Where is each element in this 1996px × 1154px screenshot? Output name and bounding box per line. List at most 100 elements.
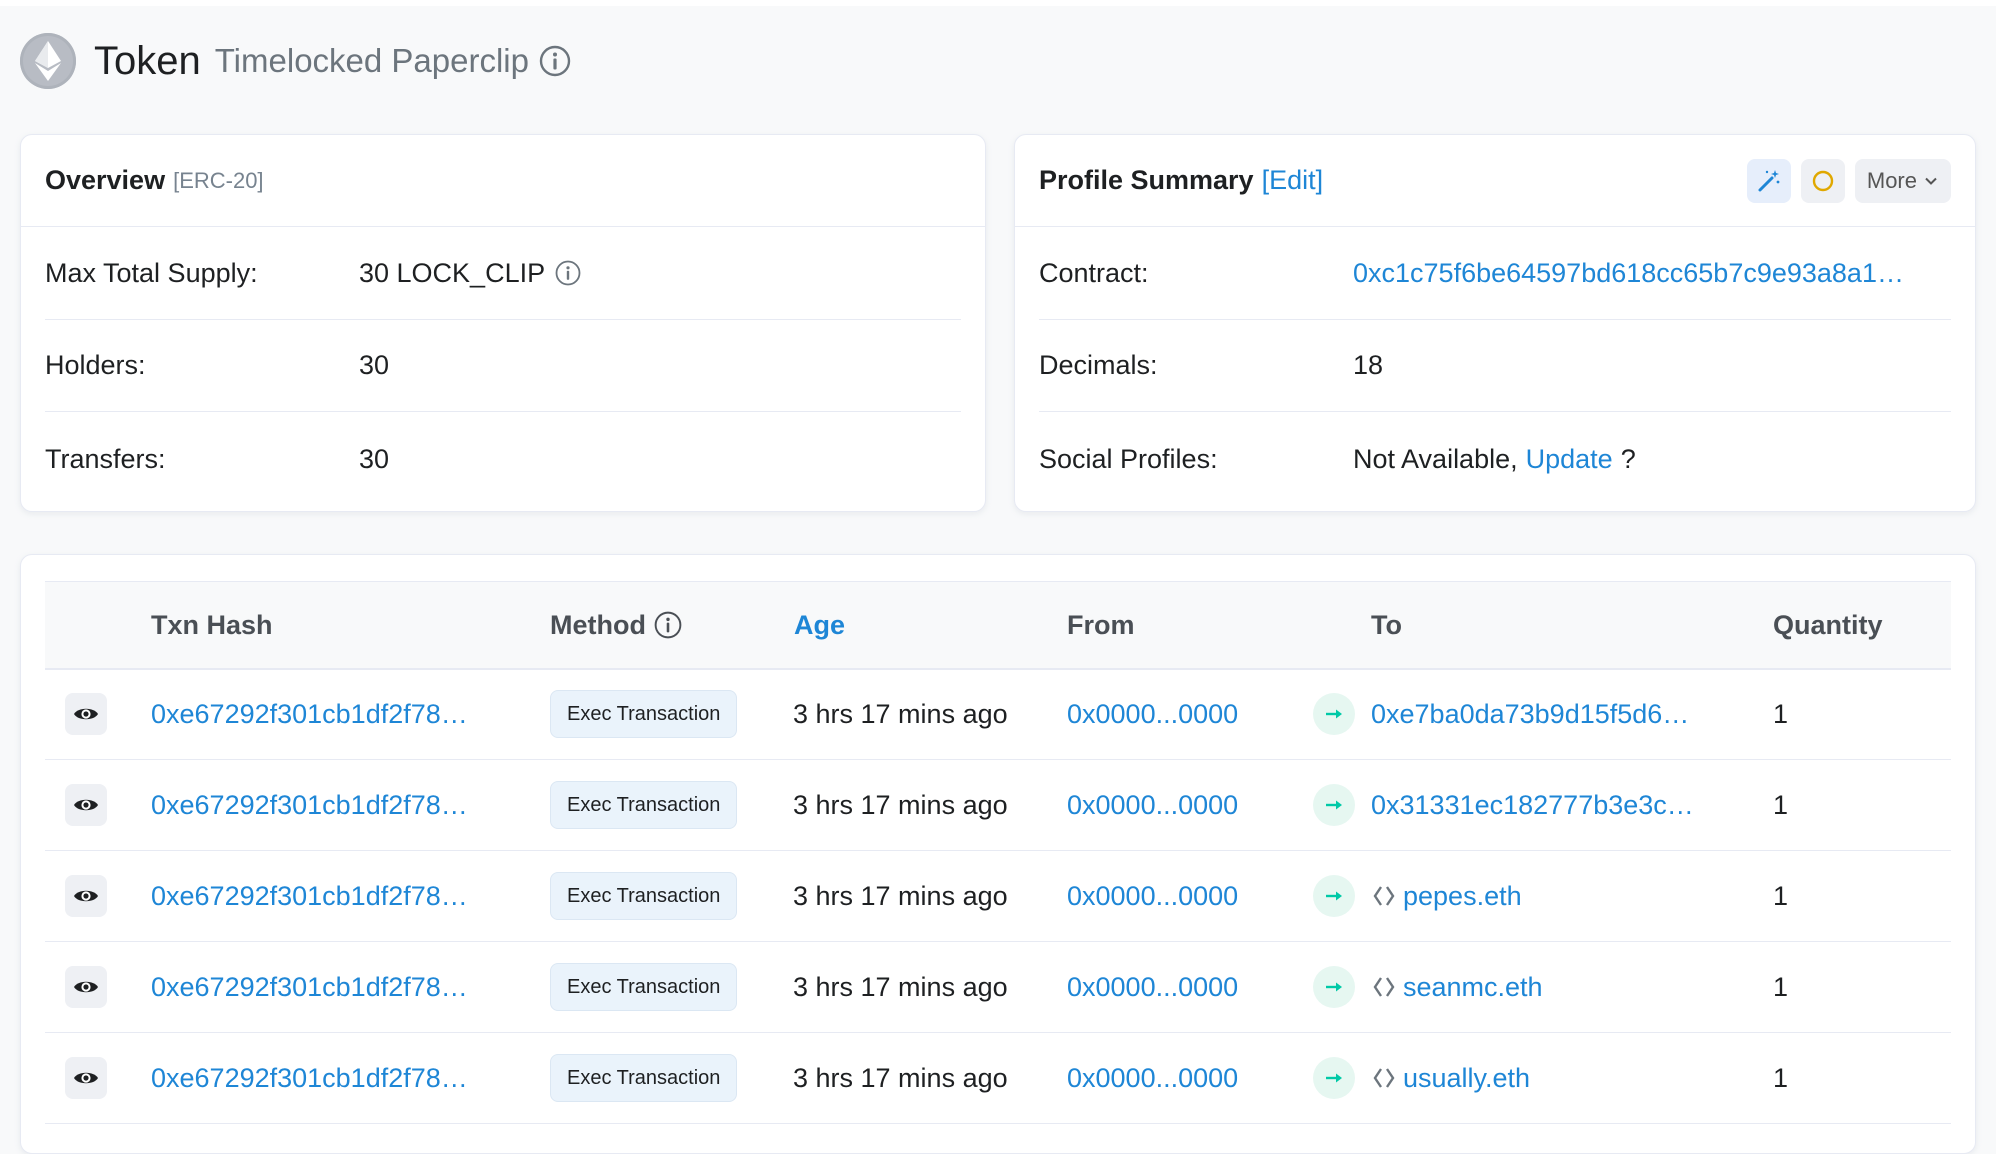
- from-address-link[interactable]: 0x0000...0000: [1067, 669, 1238, 759]
- to-cell: pepes.eth: [1371, 851, 1522, 941]
- help-question[interactable]: ?: [1621, 444, 1636, 475]
- direction-cell: [1313, 851, 1355, 941]
- ethereum-logo-icon: [20, 33, 76, 89]
- chevron-down-icon: [1925, 177, 1937, 185]
- direction-cell: [1313, 1033, 1355, 1123]
- holders-row: Holders: 30: [45, 319, 961, 412]
- transfers-value: 30: [359, 443, 390, 474]
- table-row: 0xe67292f301cb1df2f78… Exec Transaction …: [45, 760, 1951, 851]
- decimals-label: Decimals:: [1039, 349, 1158, 380]
- update-link[interactable]: Update: [1526, 444, 1613, 475]
- token-name: Timelocked Paperclip: [214, 42, 529, 79]
- overview-card: Overview [ERC-20] Max Total Supply: 30 L…: [20, 134, 986, 512]
- social-profiles-value: Not Available, Update ?: [1353, 444, 1636, 475]
- txn-hash-link[interactable]: 0xe67292f301cb1df2f78…: [151, 851, 468, 941]
- th-txn-hash: Txn Hash: [151, 609, 273, 640]
- to-cell: 0x31331ec182777b3e3c…: [1371, 760, 1694, 850]
- view-details-button[interactable]: [65, 693, 107, 735]
- arrow-right-icon: [1313, 693, 1355, 735]
- arrow-right-icon: [1313, 966, 1355, 1008]
- eye-icon: [74, 708, 98, 720]
- view-cell: [65, 942, 107, 1032]
- transfers-table-card: Txn Hash Method Age From To Quantity 0xe…: [20, 554, 1976, 1154]
- to-address-link[interactable]: seanmc.eth: [1403, 972, 1543, 1003]
- method-cell: Exec Transaction: [550, 1033, 738, 1123]
- quantity-cell: 1: [1773, 971, 1789, 1002]
- view-details-button[interactable]: [65, 875, 107, 917]
- quantity-cell: 1: [1773, 880, 1789, 911]
- view-details-button[interactable]: [65, 966, 107, 1008]
- info-icon[interactable]: [539, 45, 571, 77]
- quantity-cell: 1: [1773, 698, 1789, 729]
- social-profiles-label: Social Profiles:: [1039, 443, 1218, 474]
- method-badge: Exec Transaction: [550, 781, 738, 829]
- max-supply-row: Max Total Supply: 30 LOCK_CLIP: [45, 227, 961, 320]
- contract-address-link[interactable]: 0xc1c75f6be64597bd618cc65b7c9e93a8a1…: [1353, 258, 1904, 289]
- max-supply-value-wrap: 30 LOCK_CLIP: [359, 258, 581, 289]
- from-address-link[interactable]: 0x0000...0000: [1067, 851, 1238, 941]
- to-address-link[interactable]: 0xe7ba0da73b9d15f5d6…: [1371, 699, 1689, 730]
- table-row: 0xe67292f301cb1df2f78… Exec Transaction …: [45, 669, 1951, 760]
- to-address-link[interactable]: pepes.eth: [1403, 881, 1522, 912]
- profile-summary-title: Profile Summary: [1039, 165, 1254, 195]
- arrow-right-icon: [1313, 1057, 1355, 1099]
- profile-summary-header: Profile Summary [Edit] More: [1015, 135, 1975, 227]
- view-details-button[interactable]: [65, 784, 107, 826]
- th-method-label: Method: [550, 609, 646, 640]
- info-icon[interactable]: [555, 260, 581, 286]
- social-profiles-row: Social Profiles: Not Available, Update ?: [1039, 413, 1951, 505]
- arrow-right-icon: [1313, 875, 1355, 917]
- edit-link[interactable]: [Edit]: [1262, 165, 1324, 196]
- from-address-link[interactable]: 0x0000...0000: [1067, 942, 1238, 1032]
- more-label: More: [1866, 167, 1917, 193]
- page-header: Token Timelocked Paperclip: [20, 32, 571, 90]
- th-age[interactable]: Age: [794, 582, 845, 668]
- table-row: 0xe67292f301cb1df2f78… Exec Transaction …: [45, 1033, 1951, 1124]
- age-cell: 3 hrs 17 mins ago: [793, 789, 1008, 820]
- status-button[interactable]: [1800, 158, 1845, 203]
- to-address-link[interactable]: usually.eth: [1403, 1063, 1530, 1094]
- to-address-link[interactable]: 0x31331ec182777b3e3c…: [1371, 790, 1694, 821]
- decimals-value: 18: [1353, 349, 1384, 380]
- circle-icon: [1812, 170, 1834, 191]
- magic-wand-button[interactable]: [1746, 158, 1791, 203]
- overview-header: Overview [ERC-20]: [21, 135, 985, 227]
- age-cell: 3 hrs 17 mins ago: [793, 1062, 1008, 1093]
- top-strip: [0, 0, 1996, 6]
- txn-hash-link[interactable]: 0xe67292f301cb1df2f78…: [151, 942, 468, 1032]
- th-quantity: Quantity: [1773, 609, 1883, 640]
- to-cell: 0xe7ba0da73b9d15f5d6…: [1371, 669, 1689, 759]
- to-cell: usually.eth: [1371, 1033, 1530, 1123]
- transfers-row: Transfers: 30: [45, 413, 961, 505]
- eye-icon: [74, 1072, 98, 1084]
- contract-icon: [1371, 1065, 1397, 1091]
- th-from: From: [1067, 609, 1135, 640]
- view-cell: [65, 1033, 107, 1123]
- txn-hash-link[interactable]: 0xe67292f301cb1df2f78…: [151, 760, 468, 850]
- quantity-cell: 1: [1773, 1062, 1789, 1093]
- eye-icon: [74, 981, 98, 993]
- table-header: Txn Hash Method Age From To Quantity: [45, 581, 1951, 670]
- contract-row: Contract: 0xc1c75f6be64597bd618cc65b7c9e…: [1039, 227, 1951, 320]
- more-dropdown[interactable]: More: [1854, 158, 1951, 203]
- view-cell: [65, 851, 107, 941]
- view-cell: [65, 760, 107, 850]
- table-row: 0xe67292f301cb1df2f78… Exec Transaction …: [45, 851, 1951, 942]
- from-address-link[interactable]: 0x0000...0000: [1067, 760, 1238, 850]
- txn-hash-link[interactable]: 0xe67292f301cb1df2f78…: [151, 669, 468, 759]
- direction-cell: [1313, 669, 1355, 759]
- age-cell: 3 hrs 17 mins ago: [793, 880, 1008, 911]
- age-cell: 3 hrs 17 mins ago: [793, 971, 1008, 1002]
- arrow-right-icon: [1313, 784, 1355, 826]
- view-details-button[interactable]: [65, 1057, 107, 1099]
- view-cell: [65, 669, 107, 759]
- token-standard-tag: [ERC-20]: [173, 167, 264, 193]
- holders-value: 30: [359, 349, 390, 380]
- info-icon[interactable]: [654, 611, 682, 639]
- method-cell: Exec Transaction: [550, 669, 738, 759]
- decimals-row: Decimals: 18: [1039, 319, 1951, 412]
- profile-summary-card: Profile Summary [Edit] More Contract: 0x…: [1014, 134, 1976, 512]
- from-address-link[interactable]: 0x0000...0000: [1067, 1033, 1238, 1123]
- txn-hash-link[interactable]: 0xe67292f301cb1df2f78…: [151, 1033, 468, 1123]
- method-badge: Exec Transaction: [550, 690, 738, 738]
